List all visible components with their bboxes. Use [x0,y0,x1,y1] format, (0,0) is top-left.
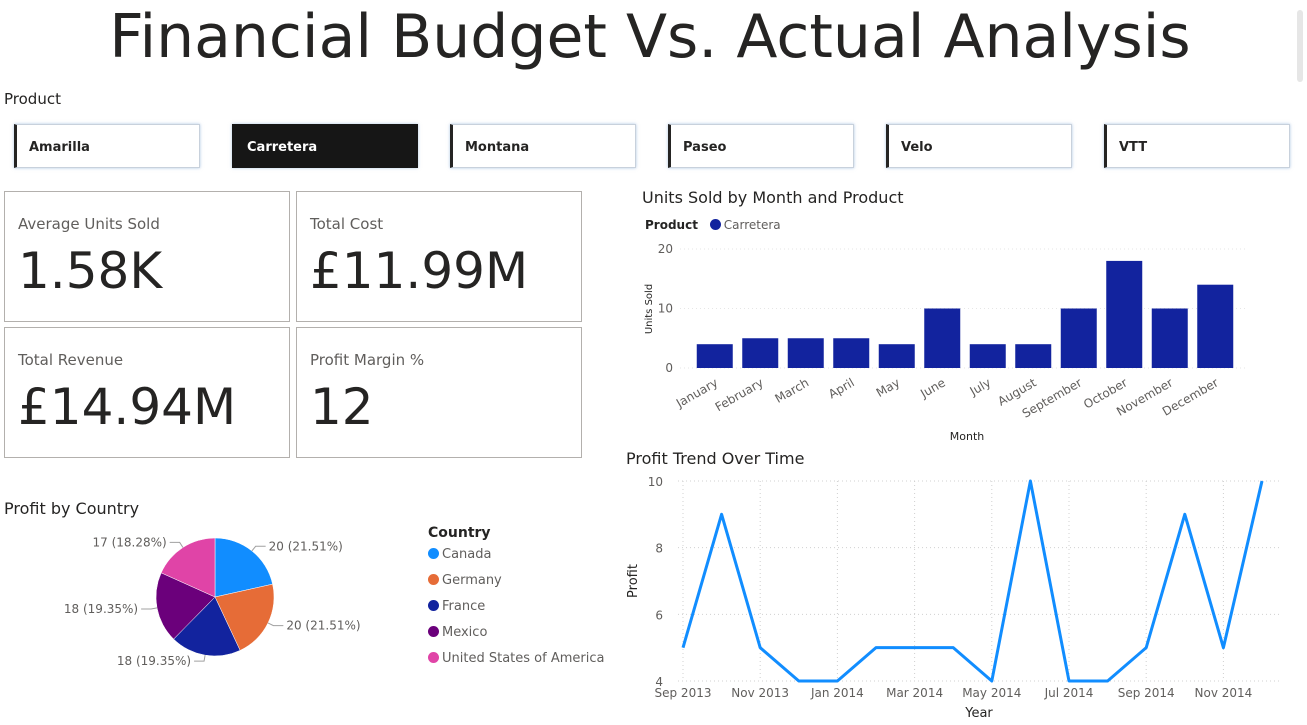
kpi-card-total-cost: Total Cost £11.99M [296,191,582,322]
y-tick-label: 10 [658,302,673,316]
kpi-value: 12 [310,378,374,436]
x-tick-label: Nov 2013 [731,686,789,700]
slicer-item-velo[interactable]: Velo [886,124,1072,168]
legend-item-usa[interactable]: United States of America [428,651,604,666]
legend-dot [709,219,721,230]
bar [924,308,961,368]
x-tick-label: Jul 2014 [1044,686,1094,700]
kpi-value: £11.99M [310,242,529,300]
pie-data-label: 20 (21.51%) [286,619,360,633]
legend-label: Mexico [442,625,488,640]
y-tick-label: 8 [655,542,663,556]
legend-label: United States of America [442,651,605,666]
profit-series-line [681,479,1264,683]
x-tick-label: Sep 2013 [655,686,712,700]
bar [1015,344,1052,368]
legend-series-label: Carretera [723,218,781,232]
bar [969,344,1006,368]
bar [1060,308,1097,368]
pie-data-label: 18 (19.35%) [117,654,191,668]
x-tick-label: February [713,375,766,414]
kpi-card-average-units: Average Units Sold 1.58K [4,191,290,322]
y-tick-label: 20 [658,242,673,256]
slicer-item-paseo[interactable]: Paseo [668,124,854,168]
legend-dot [428,626,439,637]
legend-item-canada[interactable]: Canada [428,547,491,562]
bar [1106,260,1143,368]
y-axis-label: Profit [626,564,641,598]
leader-line [169,541,184,548]
x-tick-label: Jan 2014 [810,686,864,700]
kpi-card-profit-margin: Profit Margin % 12 [296,327,582,458]
legend-dot [428,652,439,663]
scrollbar[interactable] [1297,10,1303,82]
x-tick-label: July [967,375,994,398]
kpi-label: Average Units Sold [18,215,160,233]
x-axis-label: Month [950,430,985,443]
legend-label: France [442,599,486,614]
country-legend-title: Country [428,525,491,541]
x-tick-label: January [673,375,720,410]
leader-line [141,607,158,610]
bar [833,338,870,368]
kpi-card-total-revenue: Total Revenue £14.94M [4,327,290,458]
slicer-item-carretera[interactable]: Carretera [232,124,418,168]
legend-title: Product [645,218,698,232]
x-tick-label: Sep 2014 [1118,686,1175,700]
bar [742,338,779,368]
slicer-item-amarilla[interactable]: Amarilla [14,124,200,168]
kpi-label: Total Revenue [18,351,124,369]
page-title: Financial Budget Vs. Actual Analysis [109,2,1191,72]
leader-line [251,545,266,552]
y-tick-label: 10 [648,475,663,489]
x-tick-label: June [917,375,948,401]
profit-by-country-pie: 20 (21.51%) 20 (21.51%) 18 (19.35%) 18 (19.… [64,535,361,668]
pie-data-label: 17 (18.28%) [92,535,166,549]
y-tick-label: 6 [655,608,663,622]
bar [1197,284,1234,368]
x-tick-label: March [773,375,812,405]
bar [696,344,733,368]
slicer-item-montana[interactable]: Montana [450,124,636,168]
leader-line [194,655,206,662]
bar [878,344,915,368]
pie-data-label: 18 (19.35%) [64,602,138,616]
legend-item-mexico[interactable]: Mexico [428,625,487,640]
x-tick-label: April [826,375,857,401]
bar [1151,308,1188,368]
legend-dot [428,548,439,559]
units-chart-title: Units Sold by Month and Product [642,188,904,207]
profit-by-country-title: Profit by Country [4,499,140,518]
units-sold-bar-chart: 0 10 20 Units Sold JanuaryFebruary March April… [644,242,1245,443]
product-slicer-label: Product [4,90,61,108]
legend-item-france[interactable]: France [428,599,485,614]
legend-label: Canada [442,547,492,562]
legend-label: Germany [442,573,502,588]
legend-dot [428,574,439,585]
profit-trend-line-chart: 46810Sep 2013 Nov 2013 Jan 2014 Mar 2014 May… [626,475,1280,721]
kpi-label: Profit Margin % [310,351,425,369]
x-tick-label: Mar 2014 [886,686,943,700]
x-axis-label: Year [964,706,993,721]
legend-dot [428,600,439,611]
kpi-label: Total Cost [310,215,384,233]
y-tick-label: 0 [665,361,673,375]
kpi-value: 1.58K [18,242,163,300]
leader-line [267,622,284,627]
bar [787,338,824,368]
slicer-item-vtt[interactable]: VTT [1104,124,1290,168]
kpi-value: £14.94M [18,378,237,436]
profit-trend-title: Profit Trend Over Time [626,449,805,468]
x-tick-label: May 2014 [962,686,1021,700]
legend-item-germany[interactable]: Germany [428,573,502,588]
x-tick-label: May [874,375,902,400]
units-chart-legend: Product Carretera [645,218,781,232]
pie-data-label: 20 (21.51%) [269,539,343,553]
x-tick-label: Nov 2014 [1195,686,1253,700]
y-axis-label: Units Sold [644,284,655,334]
